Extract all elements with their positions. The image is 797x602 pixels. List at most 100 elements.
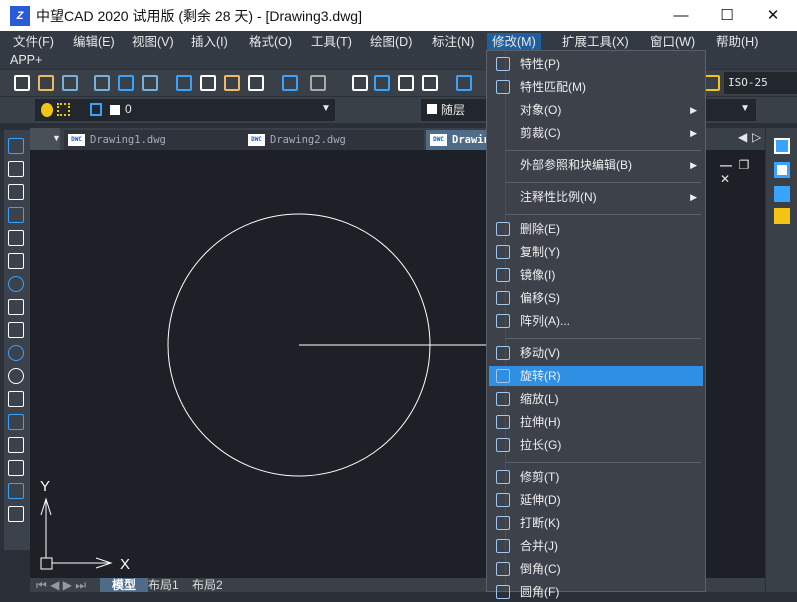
menu-11[interactable]: 帮助(H) bbox=[711, 33, 763, 51]
tab-model[interactable]: 模型 bbox=[100, 578, 148, 592]
point-icon[interactable] bbox=[8, 414, 24, 430]
layer-select[interactable]: 0 ▼ bbox=[35, 99, 335, 121]
extend-icon bbox=[496, 493, 510, 507]
tab-scroll-left-icon[interactable]: ◀ bbox=[738, 130, 747, 144]
viewport-controls[interactable]: — ❐ ✕ bbox=[720, 158, 765, 186]
menu-2[interactable]: 视图(V) bbox=[127, 33, 179, 51]
menu-item-chamfer[interactable]: 倒角(C) bbox=[489, 559, 703, 579]
bring-front-icon[interactable] bbox=[774, 186, 790, 202]
new-icon[interactable] bbox=[14, 75, 30, 91]
menu-item-sub-7[interactable]: 注释性比例(N) ▶ bbox=[489, 187, 703, 207]
menu-item-properties[interactable]: 特性(P) bbox=[489, 54, 703, 74]
mtext-icon[interactable] bbox=[8, 506, 24, 522]
table-icon[interactable] bbox=[8, 483, 24, 499]
ellipse-icon[interactable] bbox=[8, 345, 24, 361]
draworder-icon[interactable] bbox=[774, 162, 790, 178]
menu-item-sub-3[interactable]: 剪裁(C) ▶ bbox=[489, 123, 703, 143]
dimstyle-select[interactable]: ISO-25 bbox=[724, 72, 797, 94]
rectangle-icon[interactable] bbox=[8, 230, 24, 246]
menu-0[interactable]: 文件(F) bbox=[8, 33, 59, 51]
menu-item-erase[interactable]: 删除(E) bbox=[489, 219, 703, 239]
insert-block-icon[interactable] bbox=[8, 391, 24, 407]
arc-icon[interactable] bbox=[8, 253, 24, 269]
menu-7[interactable]: 标注(N) bbox=[427, 33, 479, 51]
menu-item-match-properties[interactable]: 特性匹配(M) bbox=[489, 77, 703, 97]
menu-9[interactable]: 扩展工具(X) bbox=[557, 33, 634, 51]
calculator-icon[interactable] bbox=[456, 75, 472, 91]
minimize-button[interactable]: — bbox=[658, 0, 704, 31]
copy-icon[interactable] bbox=[200, 75, 216, 91]
menu-item-rotate[interactable]: 旋转(R) bbox=[489, 366, 703, 386]
menu-item-label: 偏移(S) bbox=[520, 291, 560, 305]
arc-polyline-icon[interactable] bbox=[8, 184, 24, 200]
menu-6[interactable]: 绘图(D) bbox=[365, 33, 417, 51]
menu-4[interactable]: 格式(O) bbox=[244, 33, 297, 51]
print-icon[interactable] bbox=[94, 75, 110, 91]
submenu-arrow-icon: ▶ bbox=[690, 105, 697, 115]
paste-icon[interactable] bbox=[224, 75, 240, 91]
chamfer-icon bbox=[496, 562, 510, 576]
menu-item-fillet[interactable]: 圆角(F) bbox=[489, 582, 703, 602]
tab-drawing2[interactable]: DWC Drawing2.dwg bbox=[244, 130, 424, 150]
ucs-origin-icon bbox=[40, 557, 53, 570]
maximize-button[interactable]: ☐ bbox=[704, 0, 750, 31]
menu-item-copy[interactable]: 复制(Y) bbox=[489, 242, 703, 262]
menu-item-extend[interactable]: 延伸(D) bbox=[489, 490, 703, 510]
menu-3[interactable]: 插入(I) bbox=[186, 33, 233, 51]
menu-item-scale[interactable]: 缩放(L) bbox=[489, 389, 703, 409]
ellipse-arc-icon[interactable] bbox=[8, 368, 24, 384]
menu-item-break[interactable]: 打断(K) bbox=[489, 513, 703, 533]
plot-icon[interactable] bbox=[142, 75, 158, 91]
circle-center-icon[interactable] bbox=[8, 276, 24, 292]
zoom-window-icon[interactable] bbox=[398, 75, 414, 91]
open-icon[interactable] bbox=[38, 75, 54, 91]
send-back-icon[interactable] bbox=[774, 208, 790, 224]
menu-item-offset[interactable]: 偏移(S) bbox=[489, 288, 703, 308]
region-icon[interactable] bbox=[8, 460, 24, 476]
tab-layout1[interactable]: 布局1 bbox=[148, 578, 179, 592]
cloud-icon[interactable] bbox=[8, 299, 24, 315]
tab-scroll-right-icon[interactable]: ▷ bbox=[752, 130, 761, 144]
tab-layout2[interactable]: 布局2 bbox=[192, 578, 223, 592]
menu-item-label: 移动(V) bbox=[520, 346, 560, 360]
zoom-extents-icon[interactable] bbox=[118, 75, 134, 91]
match-icon[interactable] bbox=[248, 75, 264, 91]
copy-object-icon[interactable] bbox=[774, 138, 790, 154]
menu-item-sub-5[interactable]: 外部参照和块编辑(B) ▶ bbox=[489, 155, 703, 175]
zoom-realtime-icon[interactable] bbox=[374, 75, 390, 91]
line-icon[interactable] bbox=[8, 138, 24, 154]
redo-icon[interactable] bbox=[310, 75, 326, 91]
xline-icon[interactable] bbox=[8, 161, 24, 177]
close-button[interactable]: ✕ bbox=[750, 0, 796, 31]
menu-1[interactable]: 编辑(E) bbox=[68, 33, 120, 51]
layout-nav-buttons[interactable]: ⏮ ◀ ▶ ⏭ bbox=[36, 578, 86, 592]
menu-app-plus[interactable]: APP+ bbox=[5, 51, 47, 69]
menu-item-move[interactable]: 移动(V) bbox=[489, 343, 703, 363]
modify-menu: 特性(P) 特性匹配(M) 对象(O) ▶ 剪裁(C) ▶ 外部参照和块编辑(B) ▶ 注释性比… bbox=[486, 50, 706, 599]
menu-item-label: 特性匹配(M) bbox=[520, 80, 586, 94]
menu-item-stretch[interactable]: 拉伸(H) bbox=[489, 412, 703, 432]
menu-10[interactable]: 窗口(W) bbox=[645, 33, 700, 51]
spline-icon[interactable] bbox=[8, 322, 24, 338]
cut-icon[interactable] bbox=[176, 75, 192, 91]
linetype-select[interactable]: ▼ bbox=[706, 99, 756, 121]
dimstyle-icon[interactable] bbox=[704, 75, 720, 91]
tab-list-dropdown-icon[interactable]: ▼ bbox=[52, 133, 61, 143]
pan-icon[interactable] bbox=[352, 75, 368, 91]
menu-item-join[interactable]: 合并(J) bbox=[489, 536, 703, 556]
zoom-previous-icon[interactable] bbox=[422, 75, 438, 91]
menu-item-sub-2[interactable]: 对象(O) ▶ bbox=[489, 100, 703, 120]
menu-item-array[interactable]: 阵列(A)... bbox=[489, 311, 703, 331]
menu-item-trim[interactable]: 修剪(T) bbox=[489, 467, 703, 487]
tab-drawing1[interactable]: DWC Drawing1.dwg bbox=[64, 130, 272, 150]
menu-item-lengthen[interactable]: 拉长(G) bbox=[489, 435, 703, 455]
color-select[interactable]: 随层 bbox=[421, 99, 486, 121]
menu-8[interactable]: 修改(M) bbox=[487, 33, 541, 51]
menu-5[interactable]: 工具(T) bbox=[306, 33, 357, 51]
undo-icon[interactable] bbox=[282, 75, 298, 91]
menu-item-label: 合并(J) bbox=[520, 539, 558, 553]
menu-item-mirror[interactable]: 镜像(I) bbox=[489, 265, 703, 285]
hatch-icon[interactable] bbox=[8, 437, 24, 453]
save-icon[interactable] bbox=[62, 75, 78, 91]
polygon-icon[interactable] bbox=[8, 207, 24, 223]
